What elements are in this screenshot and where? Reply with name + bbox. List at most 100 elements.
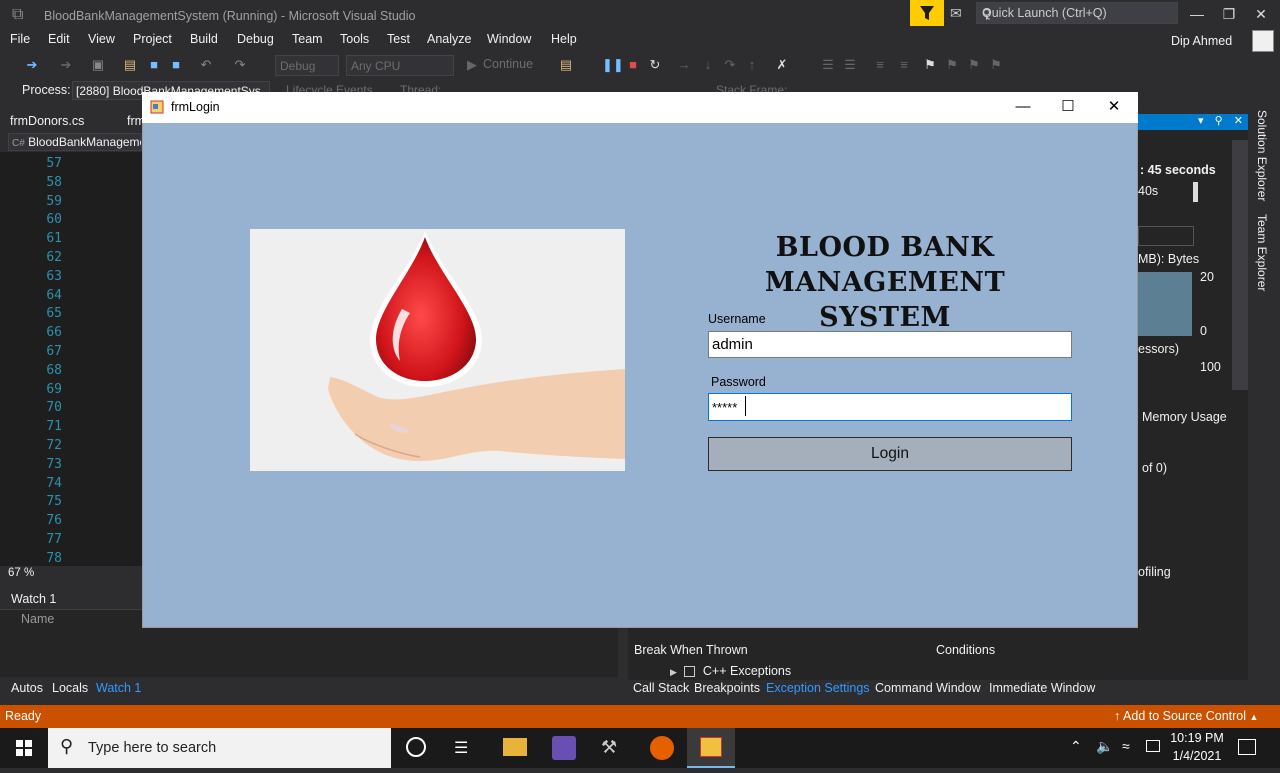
close-panel-icon[interactable]: ✕ bbox=[1234, 115, 1243, 127]
cortana-icon[interactable] bbox=[406, 737, 426, 757]
frmlogin-title-bar[interactable] bbox=[142, 92, 1138, 123]
clock-time[interactable]: 10:19 PM bbox=[1170, 731, 1224, 745]
back-icon[interactable]: ➔ bbox=[24, 57, 40, 73]
quick-launch-input[interactable]: Quick Launch (Ctrl+Q) ⚲ bbox=[976, 2, 1178, 24]
file-explorer-icon[interactable] bbox=[503, 738, 527, 756]
minimize-icon[interactable]: — bbox=[1182, 6, 1212, 24]
configuration-dropdown[interactable]: Debug bbox=[275, 55, 339, 76]
form-minimize-icon[interactable]: — bbox=[1013, 98, 1033, 116]
comment-icon[interactable]: ☰ bbox=[820, 57, 836, 73]
step-into-icon[interactable]: ↓ bbox=[700, 57, 716, 73]
outdent-icon[interactable]: ≡ bbox=[896, 57, 912, 73]
step-over-icon[interactable]: ↷ bbox=[722, 57, 738, 73]
tab-breakpoints[interactable]: Breakpoints bbox=[694, 681, 760, 695]
tab-exception-settings[interactable]: Exception Settings bbox=[766, 681, 870, 695]
filter-icon[interactable] bbox=[910, 0, 944, 26]
tab-team-explorer[interactable]: Team Explorer bbox=[1255, 214, 1269, 291]
save-all-icon[interactable]: ■ bbox=[168, 57, 184, 73]
restart-icon[interactable]: ↻ bbox=[647, 57, 663, 73]
tab-call-stack[interactable]: Call Stack bbox=[633, 681, 689, 695]
tab-memory-usage[interactable]: Memory Usage bbox=[1142, 410, 1227, 424]
tools-icon[interactable]: ⚒ bbox=[601, 737, 617, 758]
tab-locals[interactable]: Locals bbox=[52, 681, 88, 695]
platform-dropdown[interactable]: Any CPU bbox=[346, 55, 454, 76]
clear-bookmarks-icon[interactable]: ⚑ bbox=[988, 57, 1004, 73]
next-bookmark-icon[interactable]: ⚑ bbox=[966, 57, 982, 73]
menu-file[interactable]: File bbox=[10, 32, 30, 46]
login-button[interactable]: Login bbox=[708, 437, 1072, 471]
form-maximize-icon[interactable]: ☐ bbox=[1058, 98, 1078, 116]
add-to-source-control[interactable]: ↑ Add to Source Control ▲ bbox=[1114, 709, 1258, 723]
step-out-icon[interactable]: ↑ bbox=[744, 57, 760, 73]
show-next-statement-icon[interactable]: → bbox=[676, 57, 692, 73]
save-icon[interactable]: ■ bbox=[146, 57, 162, 73]
indent-icon[interactable]: ≡ bbox=[872, 57, 888, 73]
continue-button[interactable]: Continue bbox=[483, 57, 533, 71]
pin-icon[interactable]: ⚲ bbox=[1215, 115, 1223, 127]
zoom-level[interactable]: 67 % bbox=[8, 567, 34, 579]
open-file-icon[interactable]: ▤ bbox=[122, 57, 138, 73]
taskbar-search[interactable]: ⚲ Type here to search bbox=[48, 728, 391, 768]
restore-icon[interactable]: ❐ bbox=[1214, 6, 1244, 24]
exception-checkbox[interactable] bbox=[684, 666, 696, 678]
clock-date[interactable]: 1/4/2021 bbox=[1170, 749, 1224, 763]
pause-icon[interactable]: ❚❚ bbox=[602, 57, 624, 73]
event-filter[interactable] bbox=[1138, 226, 1194, 246]
redo-icon[interactable]: ↷ bbox=[232, 57, 248, 73]
user-avatar[interactable] bbox=[1252, 30, 1274, 52]
continue-icon[interactable]: ▶ bbox=[464, 57, 480, 73]
menu-analyze[interactable]: Analyze bbox=[427, 32, 471, 46]
conditions-column[interactable]: Conditions bbox=[936, 643, 995, 657]
username-input[interactable] bbox=[708, 331, 1072, 358]
menu-window[interactable]: Window bbox=[487, 32, 531, 46]
break-when-thrown-column[interactable]: Break When Thrown bbox=[634, 643, 748, 657]
diag-scrollbar[interactable] bbox=[1232, 140, 1248, 390]
keyboard-icon[interactable] bbox=[1146, 740, 1160, 752]
menu-test[interactable]: Test bbox=[387, 32, 410, 46]
tab-command-window[interactable]: Command Window bbox=[875, 681, 981, 695]
user-name[interactable]: Dip Ahmed bbox=[1171, 34, 1232, 48]
menu-view[interactable]: View bbox=[88, 32, 115, 46]
new-project-icon[interactable]: ▣ bbox=[90, 57, 106, 73]
visual-studio-taskbar-icon[interactable] bbox=[552, 736, 576, 760]
tab-solution-explorer[interactable]: Solution Explorer bbox=[1255, 110, 1269, 201]
dropdown-icon[interactable]: ▾ bbox=[1198, 115, 1204, 127]
menu-help[interactable]: Help bbox=[551, 32, 577, 46]
attach-icon[interactable]: ▤ bbox=[558, 57, 574, 73]
menu-team[interactable]: Team bbox=[292, 32, 323, 46]
frmlogin-taskbar-icon[interactable] bbox=[687, 728, 735, 768]
feedback-icon[interactable]: ✉ bbox=[950, 5, 970, 23]
tab-immediate-window[interactable]: Immediate Window bbox=[989, 681, 1095, 695]
form-close-icon[interactable]: ✕ bbox=[1104, 98, 1124, 116]
menu-debug[interactable]: Debug bbox=[237, 32, 274, 46]
menu-project[interactable]: Project bbox=[133, 32, 172, 46]
timeline-cursor[interactable] bbox=[1193, 182, 1198, 202]
stop-icon[interactable]: ■ bbox=[625, 57, 641, 73]
tab-autos[interactable]: Autos bbox=[11, 681, 43, 695]
code-editor[interactable]: 57 58 59 60 61 62 63 64 65 66 67 68 69 70 71 72 73 74 75 76… bbox=[0, 152, 142, 566]
uncomment-icon[interactable]: ☰ bbox=[842, 57, 858, 73]
tab-watch-1[interactable]: Watch 1 bbox=[96, 681, 141, 695]
close-icon[interactable]: ✕ bbox=[1246, 6, 1276, 24]
expand-icon[interactable]: ▶ bbox=[670, 667, 677, 677]
menu-build[interactable]: Build bbox=[190, 32, 218, 46]
tab-frmdonors[interactable]: frmDonors.cs bbox=[10, 114, 84, 128]
windows-start-icon[interactable] bbox=[0, 728, 48, 768]
password-input[interactable] bbox=[708, 393, 1072, 421]
menu-edit[interactable]: Edit bbox=[48, 32, 70, 46]
undo-icon[interactable]: ↶ bbox=[198, 57, 214, 73]
menu-tools[interactable]: Tools bbox=[340, 32, 369, 46]
tray-expand-icon[interactable]: ⌃ bbox=[1070, 738, 1082, 755]
notifications-icon[interactable] bbox=[1238, 739, 1256, 755]
bookmark-icon[interactable]: ⚑ bbox=[922, 57, 938, 73]
forward-icon[interactable]: ➔ bbox=[58, 57, 74, 73]
hot-reload-icon[interactable]: ✗ bbox=[774, 57, 790, 73]
prev-bookmark-icon[interactable]: ⚑ bbox=[944, 57, 960, 73]
firefox-icon[interactable] bbox=[650, 736, 674, 760]
volume-icon[interactable]: 🔈 bbox=[1096, 738, 1113, 755]
navigation-bar[interactable]: C# BloodBankManageme bbox=[8, 133, 142, 151]
network-icon[interactable]: ≈ bbox=[1122, 738, 1130, 754]
watch-name-column[interactable]: Name bbox=[21, 612, 54, 626]
exception-row[interactable]: ▶ C++ Exceptions bbox=[670, 664, 791, 678]
task-view-icon[interactable]: ☰ bbox=[454, 738, 468, 758]
